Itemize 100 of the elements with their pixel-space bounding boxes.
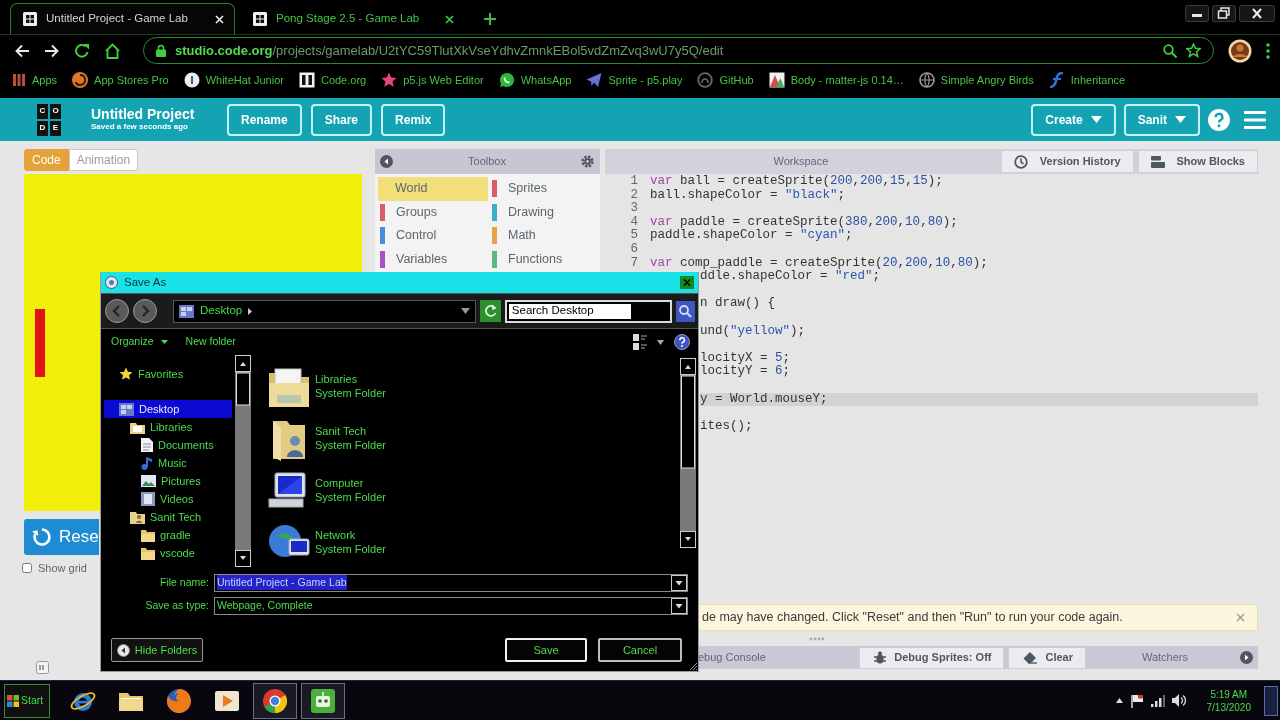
tree-item[interactable]: vscode: [104, 544, 232, 562]
dialog-button[interactable]: Save: [505, 638, 587, 662]
category-item[interactable]: Drawing: [490, 200, 600, 224]
resize-grip-icon[interactable]: [689, 662, 698, 671]
tree-item[interactable]: Music: [104, 454, 232, 472]
collapse-icon[interactable]: [380, 155, 393, 168]
close-icon[interactable]: [1239, 5, 1275, 22]
input-field[interactable]: Webpage, Complete: [214, 596, 688, 615]
line-number: 2: [629, 188, 638, 202]
dialog-button[interactable]: Cancel: [598, 638, 682, 662]
dropdown-icon[interactable]: [671, 574, 687, 591]
input-field[interactable]: Untitled Project - Game Lab: [214, 573, 688, 592]
tree-item[interactable]: Favorites: [104, 365, 232, 383]
category-item[interactable]: Functions: [490, 247, 600, 271]
toolbar-button[interactable]: Debug Sprites: Off: [859, 646, 1005, 669]
caret-up-icon[interactable]: [1115, 698, 1123, 703]
file-name[interactable]: Network: [315, 529, 386, 543]
menu-icon[interactable]: [1244, 110, 1266, 129]
help-icon[interactable]: [674, 334, 690, 350]
bookmark-link[interactable]: WhatsApp: [498, 71, 572, 89]
toolbar-button[interactable]: Organize: [111, 334, 168, 350]
back-icon[interactable]: [14, 42, 30, 59]
category-item[interactable]: Sprites: [490, 177, 600, 201]
bookmark-link[interactable]: App Stores Pro: [72, 71, 169, 89]
hide-folders-button[interactable]: Hide Folders: [111, 638, 203, 662]
tree-item[interactable]: Libraries: [104, 418, 232, 436]
toolbar-button[interactable]: Clear: [1008, 646, 1086, 669]
browser-tab[interactable]: Untitled Project - Game Lab: [10, 3, 235, 34]
toolbar-button[interactable]: Show Blocks: [1137, 150, 1258, 173]
line-number: 4: [629, 215, 638, 229]
location-bar[interactable]: Desktop: [173, 299, 476, 323]
pause-icon[interactable]: [36, 661, 49, 674]
forward-icon[interactable]: [44, 42, 60, 59]
category-item[interactable]: Control: [378, 224, 488, 248]
library-icon[interactable]: [267, 365, 311, 409]
tree-item[interactable]: Sanit Tech: [104, 508, 232, 526]
grid-icon: [253, 12, 267, 26]
tree-item[interactable]: Desktop: [104, 400, 232, 418]
bookmark-link[interactable]: p5.js Web Editor: [381, 71, 484, 89]
tree-item[interactable]: Documents: [104, 436, 232, 454]
browser-tab[interactable]: Pong Stage 2.5 - Game Lab: [240, 3, 465, 34]
start-button[interactable]: Start: [4, 683, 50, 718]
avatar-icon[interactable]: [1228, 38, 1252, 63]
category-item[interactable]: Groups: [378, 200, 488, 224]
file-name[interactable]: Libraries: [315, 373, 386, 387]
search-icon[interactable]: [1163, 43, 1177, 58]
drag-handle-icon[interactable]: [808, 636, 825, 641]
view-icon[interactable]: [633, 334, 647, 350]
file-name[interactable]: Sanit Tech: [315, 425, 386, 439]
toolbar-button[interactable]: Version History: [1000, 150, 1134, 173]
bookmark-link[interactable]: Code.org: [298, 71, 367, 89]
reset-button[interactable]: Rese: [24, 519, 99, 555]
field-label: Save as type:: [144, 597, 210, 613]
expand-icon[interactable]: [1240, 651, 1253, 664]
folder-icon: [141, 528, 155, 542]
caret-icon[interactable]: [657, 339, 664, 345]
close-icon[interactable]: [445, 14, 454, 24]
shapes-icon: [768, 72, 785, 88]
tree-item[interactable]: gradle: [104, 526, 232, 544]
signal-icon[interactable]: [1150, 694, 1165, 707]
taskbar-button[interactable]: [301, 682, 345, 719]
category-item[interactable]: Math: [490, 224, 600, 248]
volume-icon[interactable]: [1171, 694, 1186, 707]
category-item[interactable]: Variables: [378, 247, 488, 271]
more-icon[interactable]: [1266, 42, 1270, 59]
search-field[interactable]: Search Desktop: [504, 299, 672, 323]
star-icon[interactable]: [1186, 43, 1201, 58]
flag-icon[interactable]: [1129, 693, 1144, 708]
restore-icon[interactable]: [1212, 5, 1236, 22]
bookmark-link[interactable]: Apps: [12, 71, 58, 89]
refresh-icon[interactable]: [479, 300, 501, 322]
category-item[interactable]: World: [378, 177, 488, 201]
scrollbar[interactable]: [680, 358, 696, 548]
scrollbar[interactable]: [235, 355, 251, 567]
reload-icon[interactable]: [74, 42, 90, 59]
show-desktop-icon[interactable]: [1264, 685, 1278, 716]
minimize-icon[interactable]: [1185, 5, 1209, 22]
dropdown-icon[interactable]: [671, 597, 687, 614]
home-icon[interactable]: [104, 42, 121, 59]
panel-title: Workspace: [772, 154, 830, 170]
settings-icon[interactable]: [581, 155, 594, 168]
new-tab-icon[interactable]: [484, 13, 496, 25]
chevron-icon: [248, 307, 253, 315]
bookmark-link[interactable]: Body - matter-js 0.14…: [768, 71, 904, 89]
bookmark-link[interactable]: Inheritance: [1048, 71, 1126, 89]
search-icon[interactable]: [676, 300, 695, 322]
dropdown-icon[interactable]: [460, 308, 470, 314]
logo[interactable]: C O D E: [37, 103, 61, 136]
taskbar-button[interactable]: [253, 682, 297, 719]
bookmark-link[interactable]: Simple Angry Birds: [918, 71, 1034, 89]
show-grid-checkbox[interactable]: [22, 563, 32, 574]
history-icon: [1013, 154, 1028, 169]
tree-item[interactable]: Pictures: [104, 472, 232, 490]
bookmark-link[interactable]: WhiteHat Junior: [183, 71, 284, 89]
bookmark-link[interactable]: GitHub: [697, 71, 754, 89]
bookmark-link[interactable]: Sprite - p5.play: [586, 71, 683, 89]
tree-item[interactable]: Videos: [104, 490, 232, 508]
library-icon: [130, 420, 145, 434]
toolbar-button[interactable]: New folder: [185, 334, 236, 350]
file-name[interactable]: Computer: [315, 477, 386, 491]
